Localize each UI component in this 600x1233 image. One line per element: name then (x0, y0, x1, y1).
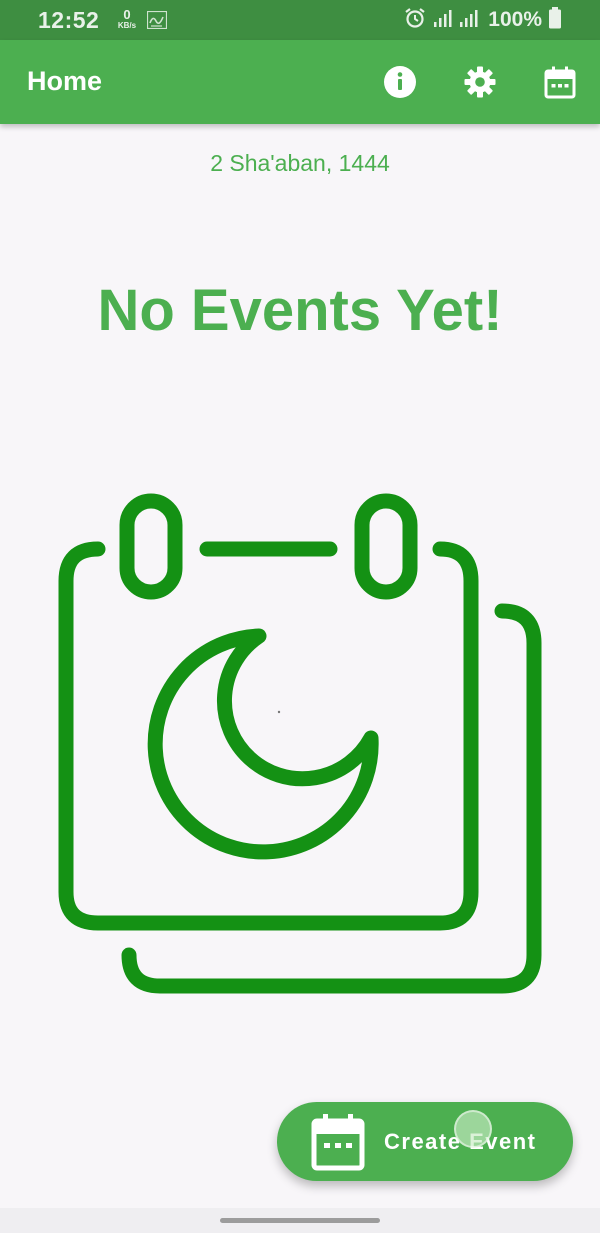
network-speed-value: 0 (123, 7, 131, 22)
calendar-icon (311, 1114, 365, 1171)
status-indicators: 100% (404, 6, 562, 34)
info-icon (384, 66, 416, 98)
hijri-date: 2 Sha'aban, 1444 (210, 150, 390, 176)
app-bar: Home (0, 40, 600, 124)
signal-icon (458, 8, 478, 33)
page-title: Home (27, 66, 103, 96)
gesture-handle[interactable] (220, 1218, 380, 1223)
network-speed: 0 KB/s (114, 8, 140, 30)
calendar-moon-illustration (58, 493, 542, 994)
status-bar: 12:52 0 KB/s 100% (0, 0, 600, 40)
calendar-button[interactable] (542, 64, 578, 100)
battery-icon (548, 6, 562, 34)
empty-state-title: No Events Yet! (97, 278, 503, 343)
info-button[interactable] (382, 64, 418, 100)
alarm-icon (404, 7, 426, 34)
battery-percent: 100% (488, 8, 542, 31)
network-speed-unit: KB/s (117, 21, 137, 30)
app-notification-icon (146, 10, 168, 30)
status-time: 12:52 (38, 7, 100, 33)
settings-button[interactable] (462, 64, 498, 100)
navigation-bar (0, 1208, 600, 1233)
create-event-button[interactable]: Create Event (277, 1102, 573, 1181)
signal-icon (432, 8, 452, 33)
touch-indicator (454, 1110, 492, 1148)
settings-icon (464, 66, 496, 98)
calendar-icon (544, 66, 576, 99)
